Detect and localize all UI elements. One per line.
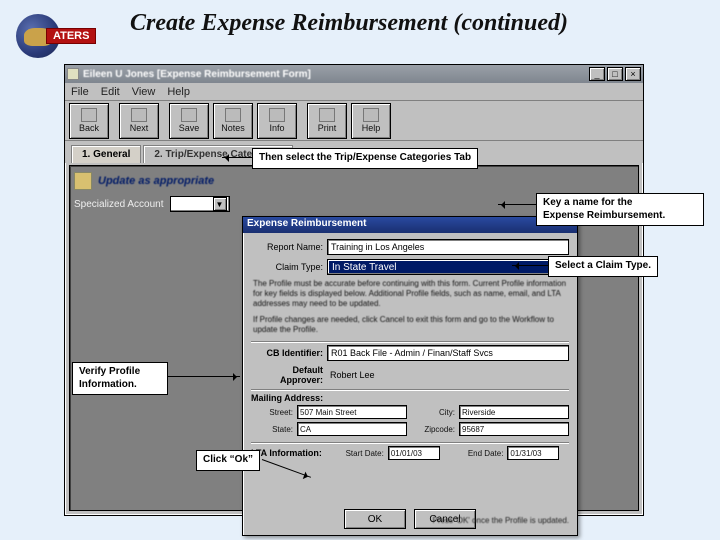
menu-help[interactable]: Help xyxy=(167,86,190,98)
menu-view[interactable]: View xyxy=(132,86,156,98)
toolbar-save[interactable]: Save xyxy=(169,103,209,139)
default-approver-label: Default Approver: xyxy=(251,365,323,385)
start-date-label: Start Date: xyxy=(332,449,384,458)
close-button[interactable]: × xyxy=(625,67,641,81)
wizard-icon xyxy=(74,172,92,190)
titlebar: Eileen U Jones [Expense Reimbursement Fo… xyxy=(65,65,643,83)
cb-identifier-value: R01 Back File - Admin / Finan/Staff Svcs xyxy=(327,345,569,361)
toolbar-back[interactable]: Back xyxy=(69,103,109,139)
default-approver-value: Robert Lee xyxy=(327,367,569,383)
app-icon xyxy=(67,68,79,80)
end-date-label: End Date: xyxy=(453,449,503,458)
toolbar-print[interactable]: Print xyxy=(307,103,347,139)
tab-general[interactable]: 1. General xyxy=(71,145,141,163)
claim-type-dropdown[interactable]: In State Travel▼ xyxy=(327,259,569,275)
press-ok-note: Press 'OK' once the Profile is updated. xyxy=(433,516,569,525)
mailing-address-label: Mailing Address: xyxy=(251,393,569,403)
toolbar-help[interactable]: Help xyxy=(351,103,391,139)
dialog-title: Expense Reimbursement xyxy=(243,217,577,233)
callout-claim-type: Select a Claim Type. xyxy=(548,256,658,277)
profile-paragraph-2: If Profile changes are needed, click Can… xyxy=(253,315,567,335)
arrow-claim-type xyxy=(512,265,548,266)
specialized-account-dropdown[interactable]: ▼ xyxy=(170,196,230,212)
arrow-select-tab xyxy=(222,157,252,158)
update-instruction: Update as appropriate xyxy=(98,175,214,187)
minimize-button[interactable]: _ xyxy=(589,67,605,81)
state-input[interactable]: CA xyxy=(297,422,407,436)
toolbar-next[interactable]: Next xyxy=(119,103,159,139)
state-label: State: xyxy=(251,425,293,434)
expense-reimbursement-dialog: Expense Reimbursement Report Name: Train… xyxy=(242,216,578,536)
slide-title: Create Expense Reimbursement (continued) xyxy=(130,10,700,37)
maximize-button[interactable]: □ xyxy=(607,67,623,81)
city-input[interactable]: Riverside xyxy=(459,405,569,419)
end-date-input[interactable]: 01/31/03 xyxy=(507,446,559,460)
arrow-verify-profile xyxy=(168,376,240,377)
ok-button[interactable]: OK xyxy=(344,509,406,529)
claim-type-label: Claim Type: xyxy=(251,262,323,272)
cb-identifier-label: CB Identifier: xyxy=(251,348,323,358)
report-name-label: Report Name: xyxy=(251,242,323,252)
zip-input[interactable]: 95687 xyxy=(459,422,569,436)
window-title: Eileen U Jones [Expense Reimbursement Fo… xyxy=(83,69,311,80)
report-name-input[interactable]: Training in Los Angeles xyxy=(327,239,569,255)
calaters-logo: ATERS xyxy=(16,14,88,56)
arrow-key-name xyxy=(498,204,536,205)
toolbar: Back Next Save Notes Info Print Help xyxy=(65,101,643,141)
zip-label: Zipcode: xyxy=(413,425,455,434)
menu-file[interactable]: File xyxy=(71,86,89,98)
app-window: Eileen U Jones [Expense Reimbursement Fo… xyxy=(64,64,644,516)
start-date-input[interactable]: 01/01/03 xyxy=(388,446,440,460)
callout-key-name: Key a name for theExpense Reimbursement. xyxy=(536,193,704,226)
toolbar-notes[interactable]: Notes xyxy=(213,103,253,139)
profile-paragraph-1: The Profile must be accurate before cont… xyxy=(253,279,567,309)
callout-click-ok: Click “Ok” xyxy=(196,450,260,471)
toolbar-info[interactable]: Info xyxy=(257,103,297,139)
callout-select-tab: Then select the Trip/Expense Categories … xyxy=(252,148,478,169)
street-input[interactable]: 507 Main Street xyxy=(297,405,407,419)
specialized-account-label: Specialized Account xyxy=(74,199,164,210)
city-label: City: xyxy=(413,408,455,417)
street-label: Street: xyxy=(251,408,293,417)
menu-edit[interactable]: Edit xyxy=(101,86,120,98)
callout-verify-profile: Verify ProfileInformation. xyxy=(72,362,168,395)
lta-info-label: LTA Information: xyxy=(251,448,322,458)
menubar: File Edit View Help xyxy=(65,83,643,101)
logo-tag: ATERS xyxy=(46,28,96,44)
